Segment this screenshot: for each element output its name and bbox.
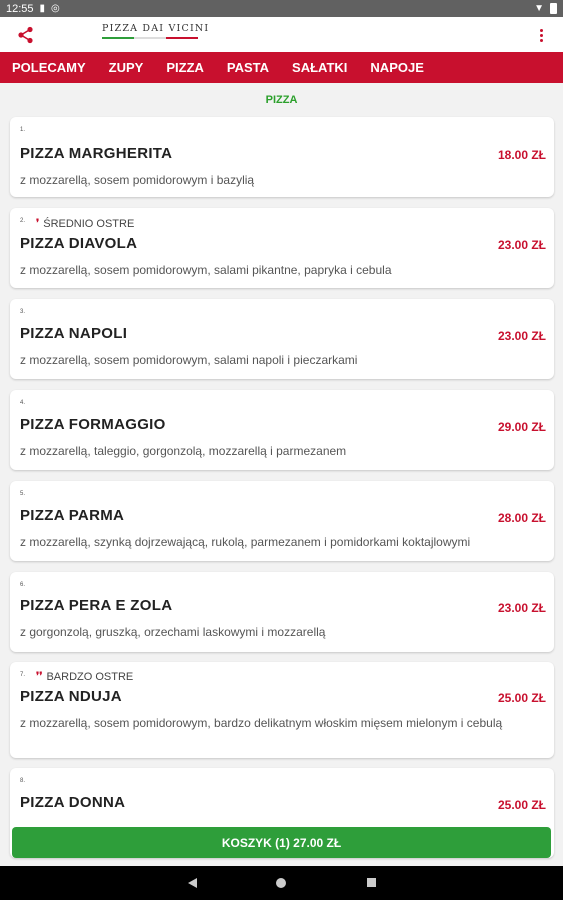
notification-icon: ◎ [51, 2, 60, 14]
item-name: PIZZA DIAVOLA [20, 235, 138, 252]
cart-button[interactable]: KOSZYK (1) 27.00 ZŁ [12, 827, 551, 858]
item-number: 8. [20, 778, 26, 784]
item-name: PIZZA PERA E ZOLA [20, 597, 173, 614]
item-name: PIZZA NDUJA [20, 688, 122, 705]
item-description: z gorgonzolą, gruszką, orzechami laskowy… [20, 625, 326, 639]
tab-zupy[interactable]: ZUPY [109, 60, 144, 75]
menu-item-card[interactable]: 6. PIZZA PERA E ZOLA 23.00 ZŁ z gorgonzo… [10, 572, 554, 652]
item-price: 25.00 ZŁ [497, 691, 546, 705]
home-icon[interactable] [276, 878, 286, 888]
item-price: 29.00 ZŁ [497, 420, 546, 434]
item-price: 23.00 ZŁ [497, 238, 546, 252]
item-number: 4. [20, 400, 26, 406]
item-name: PIZZA DONNA [20, 794, 126, 811]
tab-polecamy[interactable]: POLECAMY [12, 60, 86, 75]
item-description: z mozzarellą, sosem pomidorowym, salami … [20, 353, 358, 367]
menu-item-card[interactable]: 7. ❜❜ BARDZO OSTRE PIZZA NDUJA 25.00 ZŁ … [10, 662, 554, 758]
item-price: 23.00 ZŁ [497, 601, 546, 615]
app-bar: PIZZA DAI VICINI [0, 17, 563, 52]
tab-pizza[interactable]: PIZZA [166, 60, 204, 75]
item-name: PIZZA MARGHERITA [20, 145, 173, 162]
spice-level: ❜ ŚREDNIO OSTRE [36, 218, 134, 230]
spice-label: BARDZO OSTRE [46, 671, 134, 683]
chili-icon: ❜ [36, 218, 40, 229]
item-number: 2. [20, 218, 26, 224]
item-price: 25.00 ZŁ [497, 798, 546, 812]
item-description: z mozzarellą, sosem pomidorowym, salami … [20, 263, 392, 277]
section-title: PIZZA [265, 94, 298, 106]
chili-icon: ❜❜ [36, 671, 43, 682]
item-name: PIZZA PARMA [20, 507, 125, 524]
tab-napoje[interactable]: NAPOJE [370, 60, 423, 75]
item-description: z mozzarellą, sosem pomidorowym i bazyli… [20, 173, 255, 187]
category-tab-bar: POLECAMY ZUPY PIZZA PASTA SAŁATKI NAPOJE [0, 52, 563, 83]
item-description: z mozzarellą, szynką dojrzewającą, rukol… [20, 535, 471, 549]
item-name: PIZZA NAPOLI [20, 325, 128, 342]
item-price: 28.00 ZŁ [497, 511, 546, 525]
item-name: PIZZA FORMAGGIO [20, 416, 166, 433]
item-description: z mozzarellą, sosem pomidorowym, bardzo … [20, 716, 503, 730]
menu-item-card[interactable]: 4. PIZZA FORMAGGIO 29.00 ZŁ z mozzarellą… [10, 390, 554, 470]
battery-icon [550, 3, 557, 14]
sd-card-icon: ▮ [39, 2, 46, 14]
status-bar: 12:55 ▮ ◎ ▼ [0, 0, 563, 17]
item-price: 18.00 ZŁ [497, 148, 546, 162]
system-nav-bar [0, 866, 563, 900]
tab-salatki[interactable]: SAŁATKI [292, 60, 347, 75]
overflow-menu-icon[interactable] [535, 25, 547, 45]
menu-item-card[interactable]: 5. PIZZA PARMA 28.00 ZŁ z mozzarellą, sz… [10, 481, 554, 561]
item-number: 5. [20, 491, 26, 497]
menu-item-card[interactable]: 2. ❜ ŚREDNIO OSTRE PIZZA DIAVOLA 23.00 Z… [10, 208, 554, 288]
back-icon[interactable] [188, 878, 197, 888]
menu-item-card[interactable]: 3. PIZZA NAPOLI 23.00 ZŁ z mozzarellą, s… [10, 299, 554, 379]
item-number: 1. [20, 127, 26, 133]
wifi-icon: ▼ [534, 2, 544, 14]
item-number: 7. [20, 672, 26, 678]
spice-label: ŚREDNIO OSTRE [43, 218, 135, 230]
logo-text: PIZZA DAI VICINI [102, 23, 210, 34]
logo-flag-stripe [102, 37, 198, 39]
item-number: 3. [20, 309, 26, 315]
share-icon[interactable] [16, 25, 36, 45]
tab-pasta[interactable]: PASTA [227, 60, 269, 75]
item-number: 6. [20, 582, 26, 588]
spice-level: ❜❜ BARDZO OSTRE [36, 671, 133, 683]
item-price: 23.00 ZŁ [497, 329, 546, 343]
recents-icon[interactable] [367, 878, 376, 887]
status-time: 12:55 [6, 2, 34, 15]
item-description: z mozzarellą, taleggio, gorgonzolą, mozz… [20, 444, 347, 458]
brand-logo: PIZZA DAI VICINI [102, 23, 210, 47]
menu-item-card[interactable]: 1. PIZZA MARGHERITA 18.00 ZŁ z mozzarell… [10, 117, 554, 197]
